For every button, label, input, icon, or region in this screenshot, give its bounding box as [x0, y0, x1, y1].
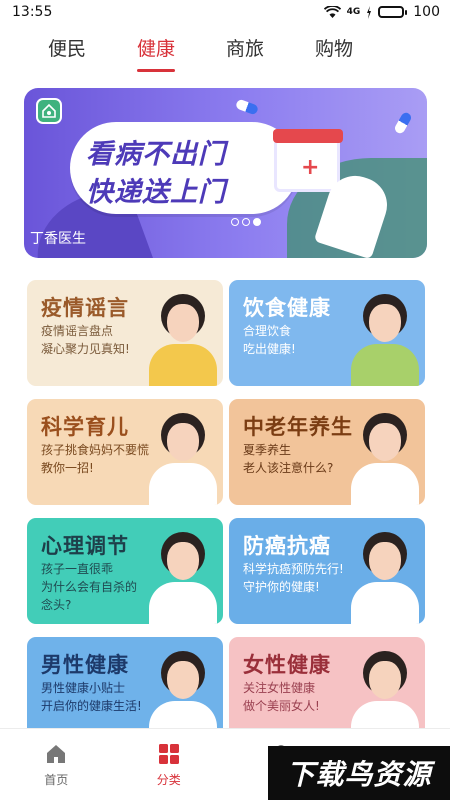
- tab-3[interactable]: 购物: [315, 30, 353, 70]
- person-illustration-elderly-man: [349, 413, 419, 505]
- pill-icon: [393, 110, 413, 136]
- person-illustration-male-scientist: [349, 532, 419, 624]
- tab-0[interactable]: 便民: [48, 30, 86, 70]
- subtitle-line: 老人该注意什么?: [243, 461, 334, 475]
- nav-category[interactable]: 分类: [113, 729, 226, 800]
- watermark: 下载鸟资源: [268, 746, 450, 800]
- nav-category-label: 分类: [156, 773, 181, 787]
- person-illustration-mother-baby: [147, 413, 217, 505]
- promo-banner[interactable]: 看病不出门 快递送上门 丁香医生 +: [24, 88, 427, 258]
- category-card-subtitle: 疫情谣言盘点凝心聚力见真知!: [41, 322, 130, 358]
- category-card[interactable]: 饮食健康合理饮食吃出健康!: [229, 280, 425, 386]
- category-card-title: 心理调节: [41, 533, 129, 558]
- subtitle-line: 为什么会有自杀的: [41, 580, 138, 594]
- subtitle-line: 凝心聚力见真知!: [41, 342, 130, 356]
- status-bar: 13:55 4G 100: [0, 0, 450, 24]
- subtitle-line: 守护你的健康!: [243, 580, 320, 594]
- subtitle-line: 合理饮食: [243, 324, 292, 338]
- category-card[interactable]: 中老年养生夏季养生老人该注意什么?: [229, 399, 425, 505]
- category-card-title: 饮食健康: [243, 295, 331, 320]
- subtitle-line: 吃出健康!: [243, 342, 296, 356]
- category-card[interactable]: 科学育儿 孩子挑食妈妈不要慌 教你一招!: [27, 399, 223, 505]
- subtitle-line: 孩子挑食妈妈不要慌: [41, 443, 150, 457]
- pill-icon: [234, 98, 260, 116]
- category-tabs: 便民 健康 商旅 购物: [0, 30, 450, 74]
- tab-1[interactable]: 健康: [137, 30, 176, 72]
- category-card-subtitle: 合理饮食吃出健康!: [243, 322, 296, 358]
- category-card-subtitle: 关注女性健康 做个美丽女人!: [243, 679, 320, 715]
- status-icons: 4G 100: [323, 4, 440, 20]
- banner-headline-1: 看病不出门: [86, 139, 226, 170]
- battery-level: 100: [413, 4, 440, 20]
- medicine-box-icon: +: [273, 129, 343, 192]
- category-card-title: 女性健康: [243, 652, 331, 677]
- subtitle-line: 开启你的健康生活!: [41, 699, 142, 713]
- brand-logo-icon: [36, 98, 62, 124]
- person-illustration-woman-laptop: [147, 294, 217, 386]
- subtitle-line: 男性健康小贴士: [41, 681, 126, 695]
- category-card-subtitle: 夏季养生老人该注意什么?: [243, 441, 333, 477]
- subtitle-line: 念头?: [41, 598, 72, 612]
- banner-headline-2: 快递送上门: [86, 177, 226, 208]
- category-card[interactable]: 防癌抗癌科学抗癌预防先行! 守护你的健康!: [229, 518, 425, 624]
- category-card-title: 疫情谣言: [41, 295, 129, 320]
- subtitle-line: 关注女性健康: [243, 681, 316, 695]
- nav-home-label: 首页: [44, 773, 69, 787]
- indicator-dot-active: [253, 218, 261, 226]
- battery-icon: [378, 6, 408, 18]
- subtitle-line: 孩子一直很乖: [41, 562, 114, 576]
- indicator-dot: [231, 218, 239, 226]
- category-card[interactable]: 疫情谣言疫情谣言盘点凝心聚力见真知!: [27, 280, 223, 386]
- category-card-title: 科学育儿: [41, 414, 129, 439]
- category-card-subtitle: 科学抗癌预防先行! 守护你的健康!: [243, 560, 344, 596]
- wifi-icon: [323, 5, 341, 18]
- signal-icon: [367, 5, 372, 19]
- category-card-subtitle: 男性健康小贴士开启你的健康生活!: [41, 679, 142, 715]
- app-screen: 13:55 4G 100 便民 健康 商旅 购物 看病不出门 快递送上门 丁香医…: [0, 0, 450, 800]
- network-label: 4G: [346, 7, 361, 17]
- nav-home[interactable]: 首页: [0, 729, 113, 800]
- grid-icon: [158, 744, 179, 764]
- person-illustration-female-doctor: [147, 532, 217, 624]
- banner-page-indicator: [231, 218, 261, 226]
- banner-brand: 丁香医生: [30, 231, 86, 247]
- home-icon: [47, 745, 66, 763]
- category-card-subtitle: 孩子挑食妈妈不要慌 教你一招!: [41, 441, 149, 477]
- category-card-title: 男性健康: [41, 652, 129, 677]
- category-card-subtitle: 孩子一直很乖为什么会有自杀的 念头?: [41, 560, 137, 614]
- status-time: 13:55: [12, 4, 53, 20]
- subtitle-line: 疫情谣言盘点: [41, 324, 114, 338]
- subtitle-line: 教你一招!: [41, 461, 94, 475]
- subtitle-line: 夏季养生: [243, 443, 292, 457]
- person-illustration-woman-salad: [349, 294, 419, 386]
- subtitle-line: 做个美丽女人!: [243, 699, 320, 713]
- category-card[interactable]: 心理调节孩子一直很乖为什么会有自杀的 念头?: [27, 518, 223, 624]
- subtitle-line: 科学抗癌预防先行!: [243, 562, 344, 576]
- category-card-title: 中老年养生: [243, 414, 353, 439]
- category-card-title: 防癌抗癌: [243, 533, 331, 558]
- tab-2[interactable]: 商旅: [226, 30, 264, 70]
- indicator-dot: [242, 218, 250, 226]
